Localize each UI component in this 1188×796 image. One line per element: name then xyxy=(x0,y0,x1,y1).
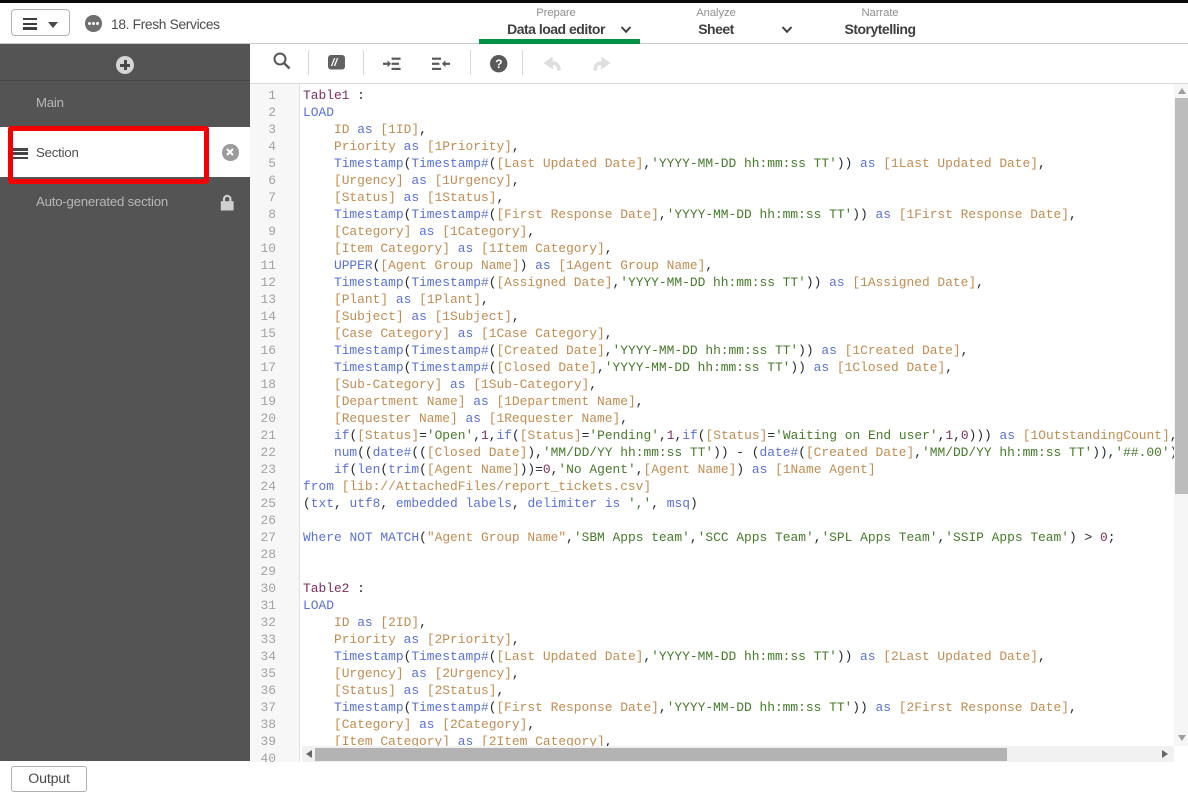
svg-text:?: ? xyxy=(495,57,502,71)
